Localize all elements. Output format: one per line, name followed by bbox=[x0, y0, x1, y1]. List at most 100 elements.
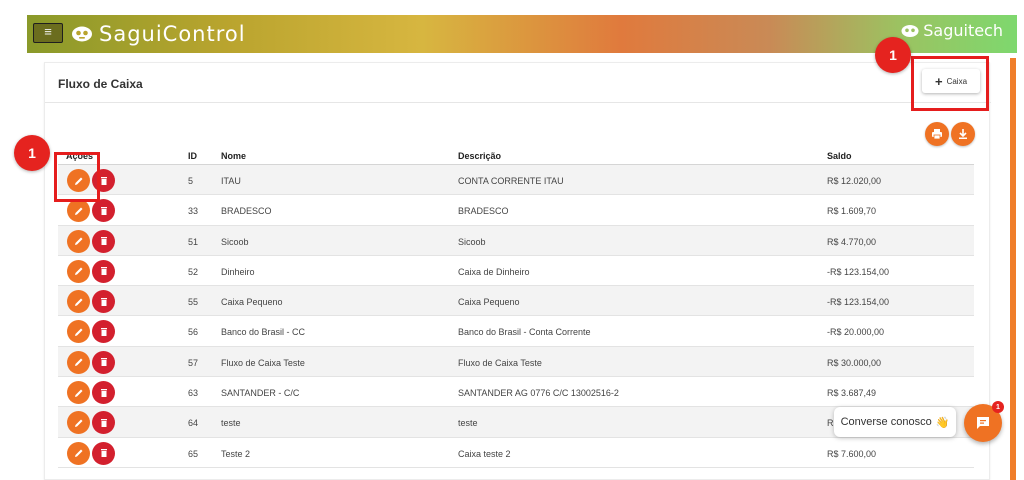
pencil-icon bbox=[74, 267, 82, 276]
monkey-logo-icon bbox=[72, 26, 92, 42]
cell-id: 55 bbox=[188, 297, 199, 308]
cell-id: 63 bbox=[188, 388, 199, 399]
trash-icon bbox=[100, 297, 107, 306]
table-row: 65 Teste 2 Caixa teste 2 R$ 7.600,00 bbox=[58, 438, 974, 468]
table-row: 51 Sicoob Sicoob R$ 4.770,00 bbox=[58, 225, 974, 256]
edit-button[interactable] bbox=[67, 290, 90, 314]
cell-nome: BRADESCO bbox=[221, 206, 272, 217]
cell-descricao: teste bbox=[458, 418, 478, 429]
edit-button[interactable] bbox=[67, 199, 90, 223]
cell-descricao: Caixa teste 2 bbox=[458, 448, 511, 459]
highlight-actions bbox=[54, 152, 100, 202]
col-saldo[interactable]: Saldo bbox=[827, 151, 852, 161]
cell-descricao: Banco do Brasil - Conta Corrente bbox=[458, 327, 591, 338]
download-button[interactable] bbox=[951, 122, 975, 146]
cell-saldo: R$ 12.020,00 bbox=[827, 176, 882, 186]
cell-saldo: -R$ 20.000,00 bbox=[827, 327, 885, 338]
table-row: 55 Caixa Pequeno Caixa Pequeno -R$ 123.154,… bbox=[58, 286, 974, 317]
pencil-icon bbox=[74, 237, 82, 246]
chat-label: Converse conosco bbox=[840, 416, 932, 428]
scrollbar[interactable] bbox=[1010, 58, 1016, 480]
brand-name: Saguitech bbox=[923, 21, 1003, 40]
edit-button[interactable] bbox=[67, 381, 90, 405]
cell-id: 51 bbox=[188, 236, 199, 247]
pencil-icon bbox=[74, 207, 82, 215]
trash-icon bbox=[100, 358, 107, 367]
cell-saldo: R bbox=[827, 418, 834, 429]
cell-descricao: Caixa de Dinheiro bbox=[458, 266, 530, 277]
monkey-logo-icon bbox=[901, 24, 919, 37]
divider bbox=[45, 102, 991, 103]
col-nome[interactable]: Nome bbox=[221, 151, 246, 161]
pencil-icon bbox=[74, 298, 82, 306]
cell-saldo: R$ 30.000,00 bbox=[827, 357, 882, 368]
page-title: Fluxo de Caixa bbox=[58, 77, 143, 91]
download-icon bbox=[959, 129, 967, 139]
cell-nome: ITAU bbox=[221, 176, 241, 186]
top-bar: ≡ SaguiControl Saguitech bbox=[27, 15, 1017, 53]
cell-saldo: R$ 4.770,00 bbox=[827, 236, 877, 247]
cell-saldo: R$ 7.600,00 bbox=[827, 448, 877, 459]
table-row: 63 SANTANDER - C/C SANTANDER AG 0776 C/C 1… bbox=[58, 377, 974, 408]
edit-button[interactable] bbox=[67, 259, 90, 283]
cell-nome: Caixa Pequeno bbox=[221, 297, 283, 308]
page: ≡ SaguiControl Saguitech Fluxo de Caixa … bbox=[0, 0, 1024, 480]
trash-icon bbox=[100, 176, 107, 185]
delete-button[interactable] bbox=[92, 199, 115, 223]
chat-badge: 1 bbox=[992, 401, 1004, 413]
edit-button[interactable] bbox=[67, 320, 90, 344]
cell-nome: Sicoob bbox=[221, 236, 249, 247]
print-button[interactable] bbox=[925, 122, 949, 146]
delete-button[interactable] bbox=[92, 320, 115, 344]
table-header: Ações ID Nome Descrição Saldo bbox=[58, 148, 974, 165]
chat-prompt[interactable]: Converse conosco 👋 bbox=[834, 407, 956, 437]
cell-descricao: SANTANDER AG 0776 C/C 13002516-2 bbox=[458, 388, 619, 399]
delete-button[interactable] bbox=[92, 441, 115, 465]
cell-nome: teste bbox=[221, 418, 241, 429]
cell-id: 52 bbox=[188, 266, 199, 277]
chat-icon bbox=[977, 417, 989, 429]
cell-descricao: Sicoob bbox=[458, 236, 486, 247]
cell-saldo: R$ 1.609,70 bbox=[827, 206, 877, 217]
table-row: 56 Banco do Brasil - CC Banco do Brasil - … bbox=[58, 316, 974, 347]
cell-descricao: CONTA CORRENTE ITAU bbox=[458, 176, 564, 186]
edit-button[interactable] bbox=[67, 229, 90, 253]
menu-button[interactable]: ≡ bbox=[33, 23, 63, 43]
trash-icon bbox=[100, 388, 107, 397]
delete-button[interactable] bbox=[92, 259, 115, 283]
cell-id: 64 bbox=[188, 418, 199, 429]
delete-button[interactable] bbox=[92, 411, 115, 435]
cell-nome: SANTANDER - C/C bbox=[221, 388, 300, 399]
trash-icon bbox=[100, 267, 107, 276]
wave-emoji: 👋 bbox=[935, 416, 950, 429]
app-logo[interactable]: SaguiControl bbox=[71, 19, 246, 49]
callout-badge: 1 bbox=[875, 37, 911, 73]
cell-descricao: Caixa Pequeno bbox=[458, 297, 520, 308]
callout-badge: 1 bbox=[14, 135, 50, 171]
pencil-icon bbox=[74, 389, 82, 397]
col-descricao[interactable]: Descrição bbox=[458, 151, 501, 161]
hamburger-icon: ≡ bbox=[44, 24, 52, 39]
brand-logo: Saguitech bbox=[901, 21, 1003, 40]
pencil-icon bbox=[74, 358, 82, 367]
delete-button[interactable] bbox=[92, 229, 115, 253]
table-row: 33 BRADESCO BRADESCO R$ 1.609,70 bbox=[58, 195, 974, 226]
edit-button[interactable] bbox=[67, 411, 90, 435]
trash-icon bbox=[100, 418, 107, 427]
col-id[interactable]: ID bbox=[188, 151, 197, 161]
cell-nome: Teste 2 bbox=[221, 448, 251, 459]
delete-button[interactable] bbox=[92, 290, 115, 314]
table-row: 5 ITAU CONTA CORRENTE ITAU R$ 12.020,00 bbox=[58, 165, 974, 196]
print-icon bbox=[932, 129, 942, 140]
cell-saldo: -R$ 123.154,00 bbox=[827, 297, 890, 308]
pencil-icon bbox=[74, 419, 82, 427]
cell-nome: Dinheiro bbox=[221, 266, 255, 277]
delete-button[interactable] bbox=[92, 381, 115, 405]
edit-button[interactable] bbox=[67, 441, 90, 465]
cell-descricao: Fluxo de Caixa Teste bbox=[458, 357, 542, 368]
delete-button[interactable] bbox=[92, 350, 115, 374]
app-name: SaguiControl bbox=[99, 22, 246, 46]
cell-saldo: R$ 3.687,49 bbox=[827, 388, 877, 399]
pencil-icon bbox=[74, 449, 82, 458]
edit-button[interactable] bbox=[67, 350, 90, 374]
